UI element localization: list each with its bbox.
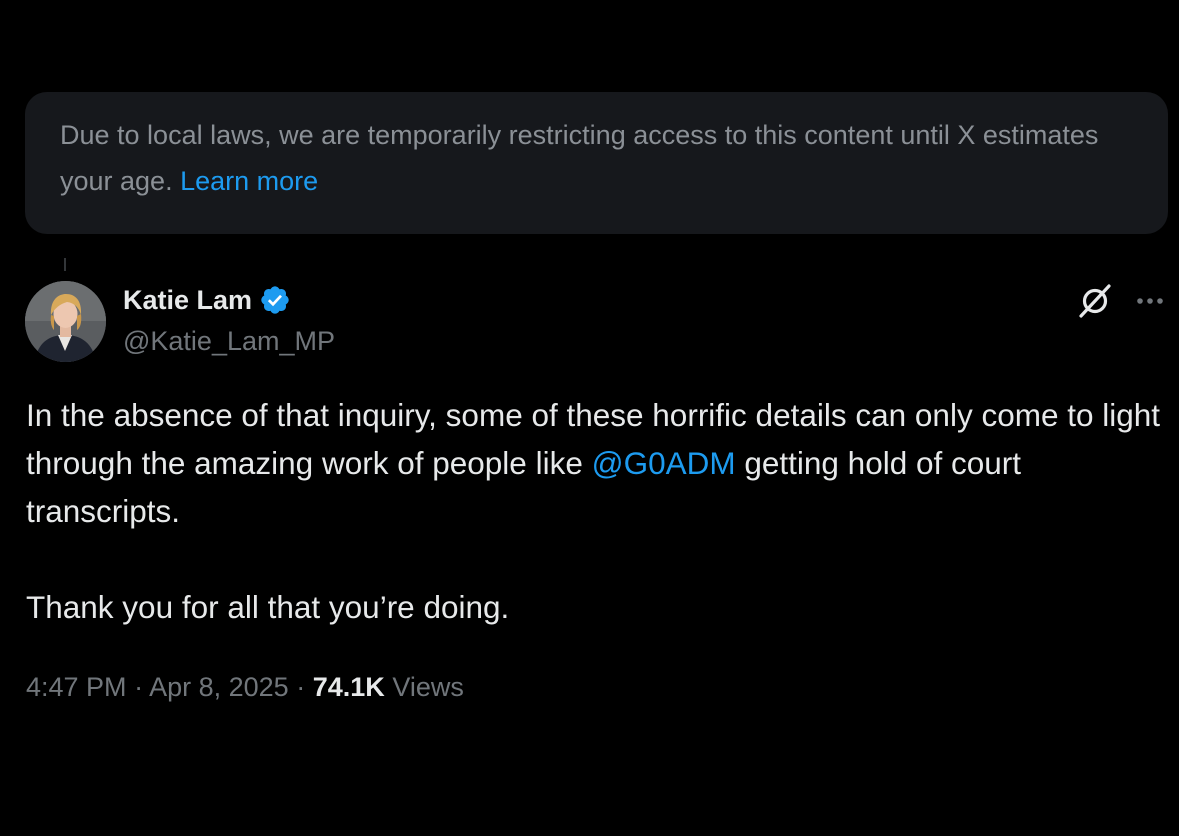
tweet-paragraph: Thank you for all that you’re doing. [26, 589, 510, 625]
thread-connector-line [64, 258, 66, 271]
avatar-image [25, 281, 106, 362]
tweet-date[interactable]: Apr 8, 2025 [149, 672, 289, 702]
author-name-text: Katie Lam [123, 285, 253, 315]
grok-icon[interactable] [1076, 282, 1114, 320]
tweet-body: In the absence of that inquiry, some of … [26, 391, 1166, 631]
author-handle[interactable]: @Katie_Lam_MP [123, 323, 335, 359]
meta-separator: · [134, 672, 144, 702]
learn-more-link[interactable]: Learn more [180, 166, 318, 196]
verified-badge-icon [259, 284, 291, 316]
tweet-meta: 4:47 PM · Apr 8, 2025 · 74.1K Views [26, 668, 464, 706]
age-restriction-notice: Due to local laws, we are temporarily re… [25, 92, 1168, 234]
more-options-icon[interactable] [1134, 287, 1166, 315]
avatar[interactable] [25, 281, 106, 362]
views-count[interactable]: 74.1K [313, 672, 385, 702]
tweet-paragraph: In the absence of that inquiry, some of … [26, 391, 1166, 535]
views-label: Views [392, 672, 464, 702]
mention-link[interactable]: @G0ADM [592, 445, 736, 481]
meta-separator: · [296, 672, 306, 702]
tweet-time[interactable]: 4:47 PM [26, 672, 127, 702]
author-name[interactable]: Katie Lam [123, 282, 291, 318]
